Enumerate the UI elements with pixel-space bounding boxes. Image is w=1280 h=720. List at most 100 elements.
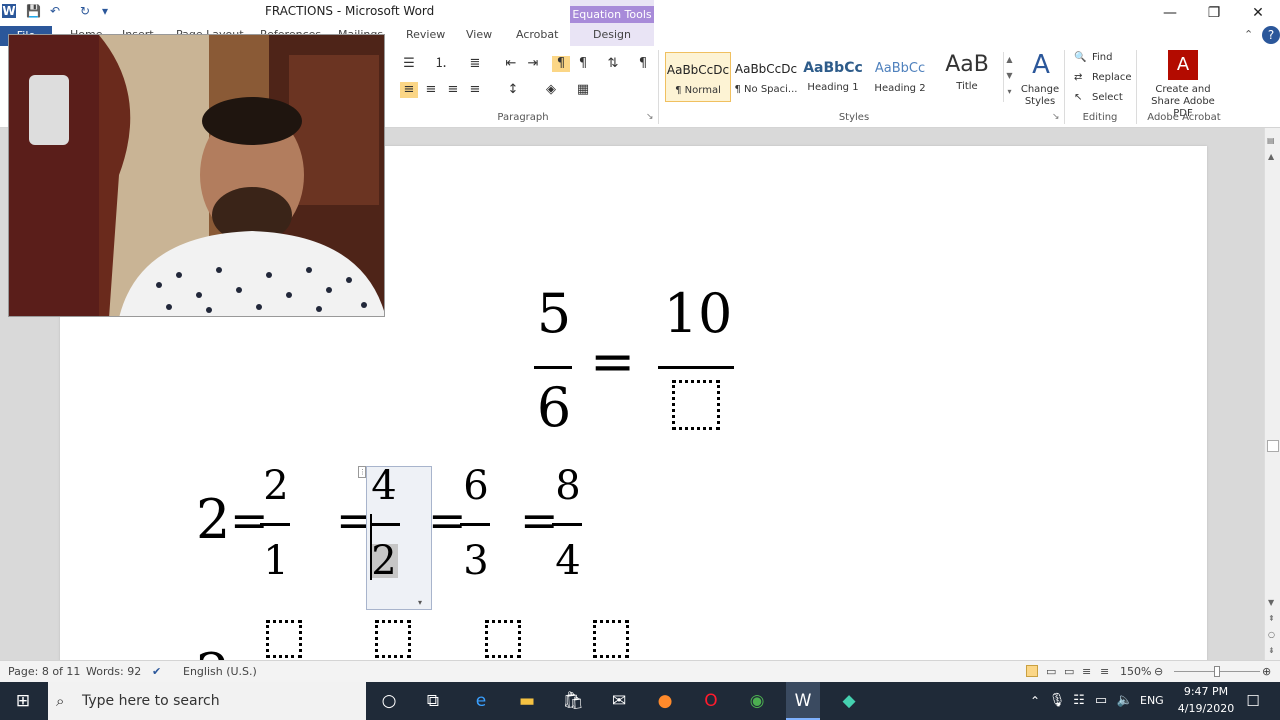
- styles-scroll-icon[interactable]: ▲ ▼ ▾: [1003, 52, 1015, 102]
- style-heading-2[interactable]: AaBbCc Heading 2: [867, 52, 933, 102]
- shading-icon[interactable]: ◈: [542, 82, 560, 98]
- tab-review[interactable]: Review: [406, 28, 445, 41]
- input-language[interactable]: ENG: [1140, 694, 1164, 707]
- numbering-icon[interactable]: ⒈: [432, 56, 450, 72]
- outline-view-icon[interactable]: ≡: [1082, 665, 1091, 678]
- full-screen-view-icon[interactable]: ▭: [1046, 665, 1056, 678]
- style-no-spacing[interactable]: AaBbCcDc ¶ No Spaci...: [733, 52, 799, 102]
- proofing-icon[interactable]: ✔: [152, 665, 161, 678]
- eq2-fraction-bar: [260, 523, 290, 526]
- zoom-level[interactable]: 150%: [1120, 665, 1151, 678]
- decrease-indent-icon[interactable]: ⇤: [502, 56, 520, 72]
- print-layout-view-icon[interactable]: [1026, 665, 1038, 677]
- ruler-toggle-icon[interactable]: ▤: [1267, 136, 1275, 145]
- browse-object-icon[interactable]: ○: [1268, 630, 1275, 639]
- select-button[interactable]: Select: [1092, 92, 1123, 103]
- start-windows-icon[interactable]: ⊞: [10, 688, 36, 714]
- bullets-icon[interactable]: ☰: [400, 56, 418, 72]
- volume-icon[interactable]: 🔈: [1112, 688, 1138, 714]
- clock-date[interactable]: 4/19/2020: [1174, 702, 1238, 715]
- eq3-placeholder-box[interactable]: [485, 620, 521, 658]
- find-button[interactable]: Find: [1092, 52, 1113, 63]
- vertical-scrollbar[interactable]: ▤ ▲ ▼ ⇞ ○ ⇟: [1264, 128, 1280, 660]
- word-taskbar-icon[interactable]: W: [786, 682, 820, 720]
- scroll-thumb[interactable]: [1267, 440, 1279, 452]
- store-icon[interactable]: 🛍: [560, 688, 586, 714]
- change-styles-icon[interactable]: A: [1024, 50, 1058, 80]
- language-indicator[interactable]: English (U.S.): [183, 665, 257, 678]
- webcam-person-image: [9, 35, 384, 316]
- scroll-up-icon[interactable]: ▲: [1268, 152, 1274, 161]
- tab-design[interactable]: Design: [570, 28, 654, 41]
- rtl-direction-icon[interactable]: ¶: [574, 56, 592, 72]
- word-window: W 💾 ↶ ↻ ▾ FRACTIONS - Microsoft Word — ❐…: [0, 0, 1280, 720]
- replace-icon: ⇄: [1074, 72, 1083, 83]
- align-center-icon[interactable]: ≡: [422, 82, 440, 98]
- style-title[interactable]: AaB Title: [934, 52, 1000, 102]
- clock-time[interactable]: 9:47 PM: [1178, 685, 1234, 698]
- opera-icon[interactable]: O: [698, 688, 724, 714]
- eq3-placeholder-box[interactable]: [375, 620, 411, 658]
- close-button[interactable]: ✕: [1236, 2, 1280, 24]
- equation-handle-icon[interactable]: ⋮: [358, 466, 366, 478]
- equation-options-dropdown-icon[interactable]: ▾: [418, 598, 422, 607]
- collapse-ribbon-icon[interactable]: ⌃: [1244, 28, 1253, 41]
- filmora-icon[interactable]: ◆: [836, 688, 862, 714]
- restore-button[interactable]: ❐: [1192, 2, 1236, 24]
- word-app-icon[interactable]: W: [2, 4, 16, 18]
- ltr-direction-icon[interactable]: ¶: [552, 56, 570, 72]
- tab-view[interactable]: View: [466, 28, 492, 41]
- page-count[interactable]: Page: 8 of 11: [8, 665, 80, 678]
- sort-icon[interactable]: ⇅: [604, 56, 622, 72]
- styles-launcher-icon[interactable]: ↘: [1052, 112, 1060, 122]
- zoom-out-icon[interactable]: ⊖: [1154, 665, 1163, 678]
- adobe-pdf-icon[interactable]: A: [1168, 50, 1198, 80]
- tab-acrobat[interactable]: Acrobat: [516, 28, 558, 41]
- eq1-placeholder-box[interactable]: [672, 380, 720, 430]
- save-icon[interactable]: 💾: [26, 4, 41, 18]
- next-page-icon[interactable]: ⇟: [1268, 646, 1275, 655]
- help-icon[interactable]: ?: [1262, 26, 1280, 44]
- customize-qat-icon[interactable]: ▾: [98, 4, 112, 18]
- cortana-icon[interactable]: ○: [376, 688, 402, 714]
- taskbar-search-box[interactable]: ⌕ Type here to search: [48, 682, 366, 720]
- line-spacing-icon[interactable]: ↕: [504, 82, 522, 98]
- firefox-icon[interactable]: ●: [652, 688, 678, 714]
- style-normal[interactable]: AaBbCcDc ¶ Normal: [665, 52, 731, 102]
- minimize-button[interactable]: —: [1148, 2, 1192, 24]
- multilevel-list-icon[interactable]: ≣: [466, 56, 484, 72]
- mail-icon[interactable]: ✉: [606, 688, 632, 714]
- eq2-denominator: 3: [463, 538, 489, 584]
- align-left-icon[interactable]: ≡: [400, 82, 418, 98]
- redo-icon[interactable]: ↻: [78, 4, 92, 18]
- eq3-placeholder-box[interactable]: [266, 620, 302, 658]
- replace-button[interactable]: Replace: [1092, 72, 1132, 83]
- paragraph-launcher-icon[interactable]: ↘: [646, 112, 654, 122]
- style-name: Heading 1: [807, 82, 859, 93]
- draft-view-icon[interactable]: ≡: [1100, 665, 1109, 678]
- justify-icon[interactable]: ≡: [466, 82, 484, 98]
- align-right-icon[interactable]: ≡: [444, 82, 462, 98]
- battery-icon[interactable]: ▭: [1088, 688, 1114, 714]
- style-heading-1[interactable]: AaBbCc Heading 1: [800, 52, 866, 102]
- style-name: Heading 2: [874, 83, 926, 94]
- zoom-in-icon[interactable]: ⊕: [1262, 665, 1271, 678]
- increase-indent-icon[interactable]: ⇥: [524, 56, 542, 72]
- web-layout-view-icon[interactable]: ▭: [1064, 665, 1074, 678]
- edge-icon[interactable]: e: [468, 688, 494, 714]
- show-formatting-icon[interactable]: ¶: [634, 56, 652, 72]
- chrome-icon[interactable]: ◉: [744, 688, 770, 714]
- change-styles-button[interactable]: Change Styles: [1018, 84, 1062, 108]
- notifications-icon[interactable]: ☐: [1240, 688, 1266, 714]
- undo-icon[interactable]: ↶: [48, 4, 62, 18]
- eq2-denominator: 1: [263, 538, 289, 584]
- word-count[interactable]: Words: 92: [86, 665, 141, 678]
- zoom-slider-thumb[interactable]: [1214, 666, 1220, 677]
- eq3-placeholder-box[interactable]: [593, 620, 629, 658]
- scroll-down-icon[interactable]: ▼: [1268, 598, 1274, 607]
- task-view-icon[interactable]: ⧉: [420, 688, 446, 714]
- previous-page-icon[interactable]: ⇞: [1268, 614, 1275, 623]
- borders-icon[interactable]: ▦: [574, 82, 592, 98]
- file-explorer-icon[interactable]: ▬: [514, 688, 540, 714]
- windows-taskbar: ⊞ ⌕ Type here to search ○ ⧉ e ▬ 🛍 ✉ ● O …: [0, 682, 1280, 720]
